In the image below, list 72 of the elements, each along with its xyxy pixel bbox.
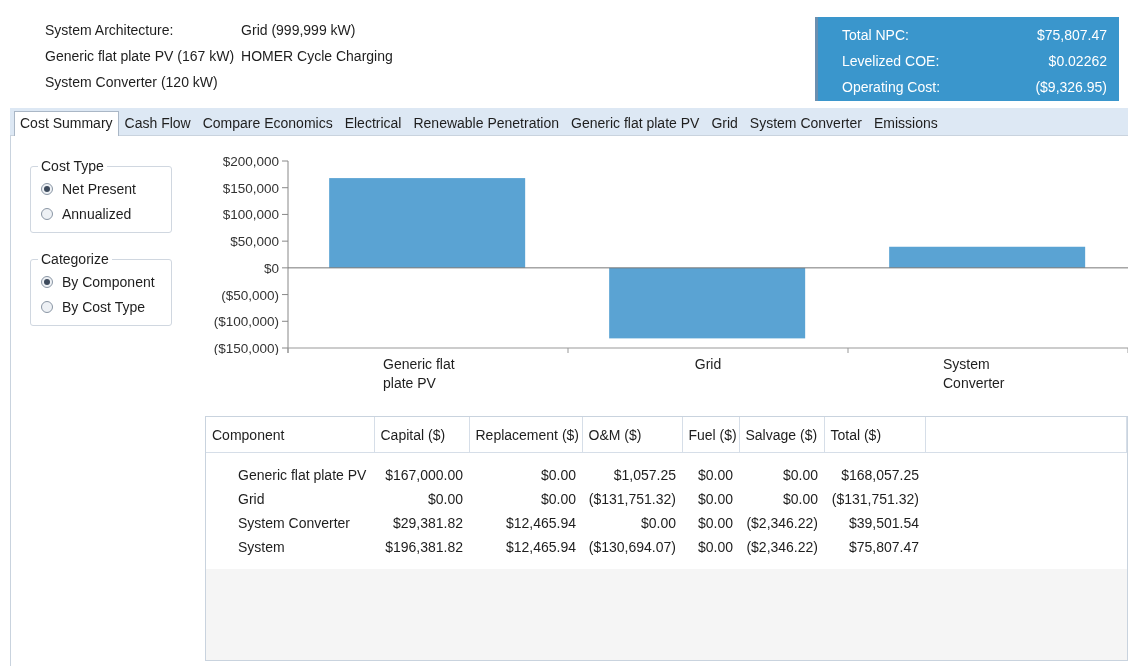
table-cell: System Converter [206, 511, 374, 535]
table-cell: $0.00 [682, 511, 739, 535]
radio-option[interactable]: By Component [41, 269, 155, 294]
table-cell: ($131,751.32) [582, 487, 682, 511]
table-cell: $167,000.00 [374, 463, 469, 487]
column-header[interactable]: Fuel ($) [682, 417, 739, 453]
table-cell: $0.00 [682, 535, 739, 559]
tab[interactable]: Grid [705, 111, 744, 135]
summary-value: $75,807.47 [1036, 27, 1107, 43]
tick-label: ($100,000) [213, 314, 279, 330]
table-cell: $1,057.25 [582, 463, 682, 487]
summary-label: Levelized COE: [842, 53, 940, 69]
architecture-label: Generic flat plate PV (167 kW) [45, 48, 235, 66]
table-cell: Generic flat plate PV [206, 463, 374, 487]
tick-label: $200,000 [222, 154, 279, 169]
tick-label: $150,000 [222, 180, 279, 196]
table-cell: $39,501.54 [824, 511, 925, 535]
tab[interactable]: Cash Flow [118, 111, 197, 135]
group-title: Cost Type [40, 158, 105, 174]
column-header[interactable]: Salvage ($) [739, 417, 824, 453]
table-cell: $0.00 [374, 487, 469, 511]
table-cell: $12,465.94 [469, 535, 582, 559]
table-cell: $12,465.94 [469, 511, 582, 535]
column-header[interactable]: O&M ($) [582, 417, 682, 453]
tab[interactable]: Renewable Penetration [407, 111, 565, 135]
architecture-label: System Architecture: [45, 22, 175, 40]
architecture-value: Grid (999,999 kW) [241, 22, 357, 40]
radio-option[interactable]: Annualized [41, 201, 132, 226]
table-cell: System [206, 535, 374, 559]
table-cell: $0.00 [739, 463, 824, 487]
summary-label: Total NPC: [842, 27, 909, 43]
table-cell: $0.00 [469, 487, 582, 511]
tick-label: $0 [263, 260, 279, 276]
table-cell: ($2,346.22) [739, 511, 824, 535]
table-cell: $168,057.25 [824, 463, 925, 487]
table-cell: ($131,751.32) [824, 487, 925, 511]
radio-option[interactable]: By Cost Type [41, 294, 145, 319]
table-cell: ($2,346.22) [739, 535, 824, 559]
tab[interactable]: Generic flat plate PV [565, 111, 706, 135]
table-cell: $29,381.82 [374, 511, 469, 535]
category-label: System Converter [943, 355, 1006, 393]
tab[interactable]: Compare Economics [196, 111, 339, 135]
table-cell: $75,807.47 [824, 535, 925, 559]
table-cell: $0.00 [469, 463, 582, 487]
table-cell: $196,381.82 [374, 535, 469, 559]
summary-label: Operating Cost: [842, 79, 941, 95]
table-cell: $0.00 [582, 511, 682, 535]
table-cell: ($130,694.07) [582, 535, 682, 559]
table-cell: $0.00 [739, 487, 824, 511]
column-header[interactable]: Component [206, 417, 374, 453]
tab[interactable]: Emissions [867, 111, 944, 135]
table-cell: $0.00 [682, 487, 739, 511]
tab[interactable]: System Converter [743, 111, 868, 135]
radio-option[interactable]: Net Present [41, 176, 136, 201]
column-header[interactable]: Replacement ($) [469, 417, 582, 453]
tab[interactable]: Electrical [338, 111, 408, 135]
category-label: Grid [694, 355, 722, 374]
summary-value: ($9,326.95) [1035, 79, 1107, 95]
category-label: Generic flat plate PV [383, 355, 456, 393]
column-header[interactable]: Total ($) [824, 417, 925, 453]
table-cell: $0.00 [682, 463, 739, 487]
architecture-value: HOMER Cycle Charging [241, 48, 393, 66]
tick-label: $50,000 [230, 234, 279, 250]
column-header[interactable]: Capital ($) [374, 417, 469, 453]
table-cell: Grid [206, 487, 374, 511]
tick-label: ($150,000) [213, 341, 279, 355]
tick-label: ($50,000) [221, 287, 279, 303]
tick-label: $100,000 [222, 207, 279, 223]
tab[interactable]: Cost Summary [14, 111, 119, 136]
summary-value: $0.02262 [1048, 53, 1107, 69]
architecture-label: System Converter (120 kW) [45, 74, 219, 92]
group-title: Categorize [40, 251, 110, 267]
